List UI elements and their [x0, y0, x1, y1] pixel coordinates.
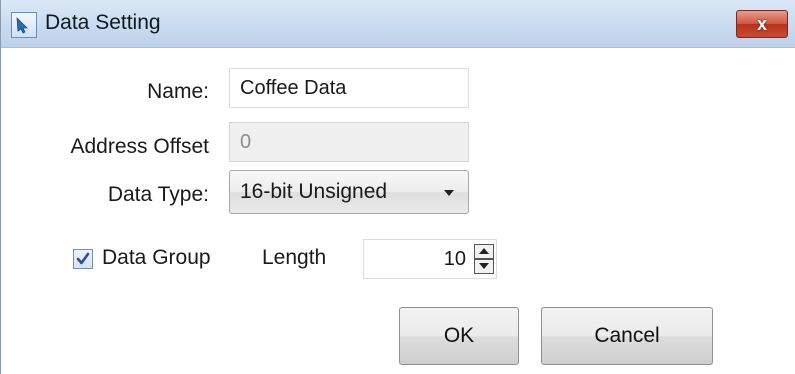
close-icon: x — [756, 13, 767, 34]
app-icon — [11, 12, 37, 38]
data-type-value: 16-bit Unsigned — [240, 180, 388, 203]
data-group-checkbox[interactable] — [73, 249, 93, 269]
name-input[interactable]: Coffee Data — [229, 68, 469, 108]
data-group-label[interactable]: Data Group — [102, 246, 211, 270]
ok-button[interactable]: OK — [399, 307, 519, 365]
address-offset-label: Address Offset — [70, 135, 209, 158]
arrow-down-icon — [479, 263, 489, 269]
length-label: Length — [262, 246, 327, 269]
checkmark-icon — [76, 252, 90, 265]
data-type-label: Data Type: — [107, 183, 209, 206]
spin-up-button[interactable] — [474, 244, 494, 259]
length-value[interactable]: 10 — [444, 248, 466, 271]
data-setting-dialog: Data Setting x Name: Coffee Data Address… — [0, 0, 795, 374]
chevron-down-icon — [444, 190, 454, 196]
spin-buttons — [474, 244, 494, 274]
address-offset-input: 0 — [229, 122, 469, 162]
arrow-up-icon — [479, 248, 489, 254]
window-title: Data Setting — [45, 11, 161, 34]
data-type-select[interactable]: 16-bit Unsigned — [229, 170, 469, 214]
title-bar[interactable]: Data Setting x — [1, 0, 795, 48]
close-button[interactable]: x — [736, 10, 788, 38]
length-stepper[interactable]: 10 — [363, 239, 497, 279]
spin-down-button[interactable] — [474, 259, 494, 274]
name-label: Name: — [147, 80, 209, 103]
cancel-button[interactable]: Cancel — [541, 307, 713, 365]
